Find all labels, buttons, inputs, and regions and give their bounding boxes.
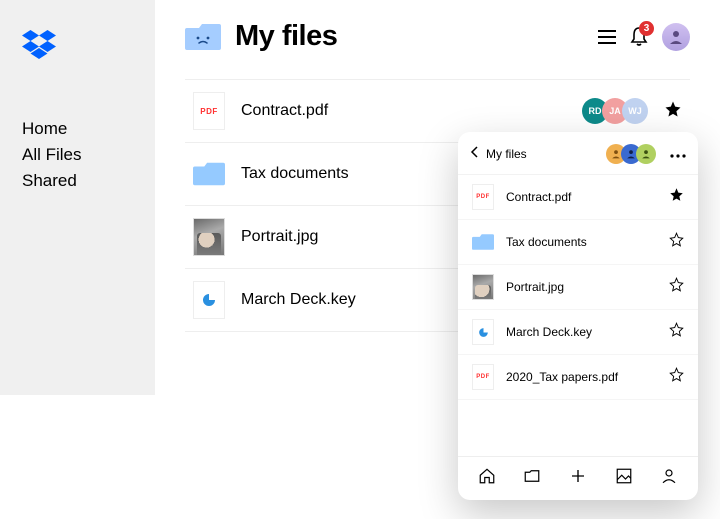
page-header: My files 3 [185,20,690,53]
file-row[interactable]: Tax documents [458,220,698,265]
star-icon[interactable] [669,187,684,207]
file-row[interactable]: March Deck.key [458,310,698,355]
folder-face-icon [185,22,221,52]
tab-add-icon[interactable] [569,467,587,490]
image-thumbnail-icon [193,218,225,256]
file-row[interactable]: PDF 2020_Tax papers.pdf [458,355,698,400]
menu-icon[interactable] [598,29,616,45]
tab-files-icon[interactable] [523,467,541,490]
page-title: My files [235,20,337,53]
notification-badge: 3 [639,21,654,36]
mobile-file-list: PDF Contract.pdf Tax documents Portrait.… [458,175,698,456]
folder-icon [472,229,494,255]
mobile-tabbar [458,456,698,494]
tab-account-icon[interactable] [660,467,678,490]
star-icon[interactable] [669,232,684,252]
sidebar: Home All Files Shared [0,0,155,395]
file-name: Portrait.jpg [506,280,653,294]
star-icon[interactable] [669,367,684,387]
file-name: Contract.pdf [506,190,653,204]
sidebar-item-home[interactable]: Home [22,116,155,142]
tab-photos-icon[interactable] [615,467,633,490]
dropbox-logo-icon[interactable] [22,30,155,60]
mobile-breadcrumb[interactable]: My files [486,147,527,161]
pdf-icon: PDF [193,92,225,130]
pdf-icon: PDF [472,364,494,390]
header-actions: 3 [598,23,690,51]
star-icon[interactable] [669,322,684,342]
star-icon[interactable] [664,100,682,123]
mobile-header: My files [458,144,698,175]
folder-icon [193,155,225,193]
avatar: WJ [622,98,648,124]
file-name: Contract.pdf [241,102,572,120]
mobile-shared-avatars[interactable] [611,144,656,164]
file-name: March Deck.key [506,325,653,339]
keynote-icon [193,281,225,319]
file-row[interactable]: Portrait.jpg [458,265,698,310]
sidebar-item-shared[interactable]: Shared [22,168,155,194]
pdf-icon: PDF [472,184,494,210]
file-name: 2020_Tax papers.pdf [506,370,653,384]
file-name: Tax documents [506,235,653,249]
image-thumbnail-icon [472,274,494,300]
tab-home-icon[interactable] [478,467,496,490]
back-button[interactable] [470,145,480,163]
more-options-icon[interactable] [670,145,686,163]
title-group: My files [185,20,337,53]
mobile-panel: My files PDF Contract.pdf [458,132,698,500]
shared-avatars[interactable]: RD JA WJ [588,98,648,124]
avatar [636,144,656,164]
notifications-button[interactable]: 3 [630,27,648,47]
keynote-icon [472,319,494,345]
user-avatar[interactable] [662,23,690,51]
file-row[interactable]: PDF Contract.pdf [458,175,698,220]
sidebar-item-all-files[interactable]: All Files [22,142,155,168]
star-icon[interactable] [669,277,684,297]
